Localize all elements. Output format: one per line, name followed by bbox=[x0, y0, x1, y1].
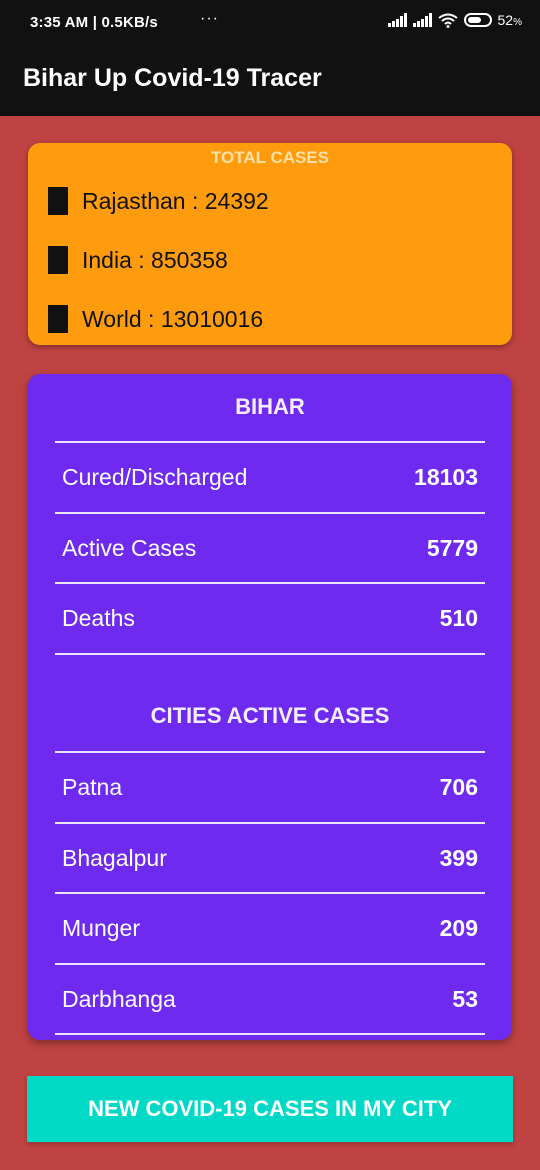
stat-row-active: Active Cases 5779 bbox=[62, 514, 478, 582]
city-label: Bhagalpur bbox=[62, 844, 167, 871]
app-bar: Bihar Up Covid-19 Tracer bbox=[0, 46, 540, 116]
stat-value: 5779 bbox=[426, 534, 478, 561]
bullet-icon bbox=[48, 305, 68, 333]
status-bar: 3:35 AM | 0.5KB/s ··· 52% bbox=[0, 0, 540, 46]
wifi-icon bbox=[437, 13, 458, 28]
city-row-patna: Patna 706 bbox=[62, 753, 478, 821]
status-time: 3:35 AM | 0.5KB/s bbox=[30, 14, 158, 31]
cities-heading: CITIES ACTIVE CASES bbox=[150, 703, 390, 728]
city-row-darbhanga: Darbhanga 53 bbox=[62, 965, 478, 1033]
city-label: Darbhanga bbox=[62, 985, 176, 1012]
bihar-card: BIHAR Cured/Discharged 18103 Active Case… bbox=[28, 374, 512, 1040]
status-icons: 52% bbox=[387, 12, 522, 28]
city-value: 53 bbox=[452, 985, 478, 1012]
battery-icon bbox=[463, 13, 492, 27]
more-notifications-icon: ··· bbox=[200, 10, 219, 27]
bullet-icon bbox=[48, 187, 68, 215]
battery-percent: 52% bbox=[497, 12, 522, 28]
signal-icon bbox=[387, 13, 407, 27]
total-row-label: Rajasthan : 24392 bbox=[82, 187, 269, 214]
stat-label: Active Cases bbox=[62, 534, 197, 561]
city-label: Munger bbox=[62, 914, 140, 941]
signal-icon-2 bbox=[412, 13, 432, 27]
city-label: Patna bbox=[62, 773, 123, 800]
total-cases-heading: TOTAL CASES bbox=[210, 148, 330, 167]
city-value: 706 bbox=[439, 773, 478, 800]
total-row-label: India : 850358 bbox=[82, 246, 228, 273]
stat-label: Cured/Discharged bbox=[62, 463, 248, 490]
new-cases-in-my-city-button[interactable]: NEW COVID-19 CASES IN MY CITY bbox=[27, 1076, 513, 1142]
stat-value: 510 bbox=[439, 604, 478, 631]
city-value: 209 bbox=[439, 914, 478, 941]
total-cases-card: TOTAL CASES Rajasthan : 24392 India : 85… bbox=[28, 143, 512, 345]
divider bbox=[55, 653, 485, 655]
app-title: Bihar Up Covid-19 Tracer bbox=[23, 64, 322, 92]
stat-label: Deaths bbox=[62, 604, 135, 631]
total-row-rajasthan: Rajasthan : 24392 bbox=[48, 187, 269, 215]
total-row-world: World : 13010016 bbox=[48, 305, 263, 333]
city-value: 399 bbox=[439, 844, 478, 871]
stat-value: 18103 bbox=[414, 463, 478, 490]
divider bbox=[55, 1033, 485, 1035]
bullet-icon bbox=[48, 246, 68, 274]
total-row-india: India : 850358 bbox=[48, 246, 228, 274]
total-row-label: World : 13010016 bbox=[82, 305, 264, 332]
city-row-munger: Munger 209 bbox=[62, 894, 478, 962]
city-row-bhagalpur: Bhagalpur 399 bbox=[62, 824, 478, 892]
stat-row-cured: Cured/Discharged 18103 bbox=[62, 443, 478, 511]
bihar-heading: BIHAR bbox=[235, 394, 305, 419]
stat-row-deaths: Deaths 510 bbox=[62, 584, 478, 652]
